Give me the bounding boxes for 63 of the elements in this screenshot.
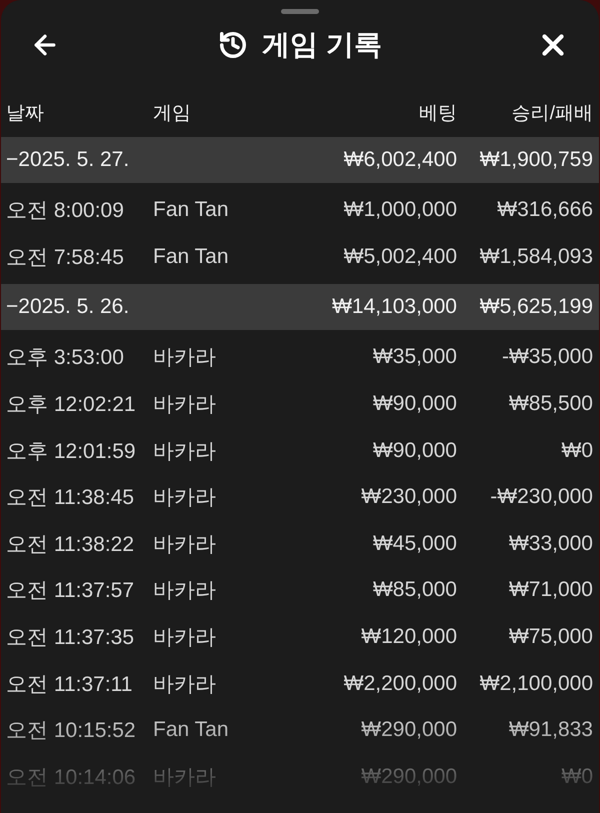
bet-cell: ₩120,000	[361, 625, 457, 650]
group-bet-total: ₩14,103,000	[332, 295, 457, 320]
date-group-row[interactable]: −2025. 5. 27. ₩6,002,400 ₩1,900,759	[1, 137, 599, 183]
column-header: 게임	[153, 102, 191, 126]
column-header: 날짜	[6, 102, 44, 126]
bet-cell: ₩1,000,000	[344, 198, 457, 222]
game-cell: Fan Tan	[153, 198, 228, 222]
column-header: 베팅	[419, 102, 457, 126]
result-cell: ₩1,584,093	[480, 244, 593, 269]
result-cell: ₩85,500	[508, 392, 593, 416]
group-date: −2025. 5. 26.	[6, 295, 130, 320]
result-cell: -₩35,000	[502, 345, 593, 370]
time-cell-text: 오전 11:37:35	[6, 625, 134, 652]
bet-cell: ₩290,000	[361, 764, 457, 789]
game-cell-text: 바카라	[153, 438, 216, 465]
bet-cell: ₩85,000	[372, 578, 457, 602]
game-cell: Fan Tan	[153, 718, 228, 742]
game-cell-text: 바카라	[153, 392, 216, 418]
result-cell: -₩230,000	[490, 485, 593, 510]
time-cell-text: 오전 7:58:45	[6, 244, 124, 271]
game-cell-text: 바카라	[153, 625, 216, 652]
time-cell-text: 오전 11:37:11	[6, 672, 132, 698]
bet-cell: ₩290,000	[361, 718, 457, 742]
time-cell-text: 오후 12:01:59	[6, 438, 136, 465]
time-cell-text: 오후 3:53:00	[6, 345, 124, 372]
game-cell-text: 바카라	[153, 485, 216, 512]
game-cell: Fan Tan	[153, 244, 228, 269]
result-cell: ₩2,100,000	[480, 672, 593, 696]
time-cell-text: 오전 11:37:57	[6, 578, 134, 604]
time-cell-text: 오전 10:14:06	[6, 764, 136, 791]
drag-handle[interactable]	[281, 9, 319, 14]
group-result-total: ₩1,900,759	[480, 148, 593, 172]
time-cell-text: 오전 11:38:45	[6, 485, 134, 512]
bet-cell: ₩45,000	[372, 532, 457, 556]
bet-cell: ₩90,000	[372, 392, 457, 416]
result-cell: ₩75,000	[508, 625, 593, 650]
bet-cell: ₩90,000	[372, 438, 457, 463]
game-cell-text: 바카라	[153, 672, 216, 698]
game-cell-text: 바카라	[153, 345, 216, 372]
game-cell-text: 바카라	[153, 532, 216, 558]
date-group-row[interactable]: −2025. 5. 26. ₩14,103,000 ₩5,625,199	[1, 284, 599, 330]
result-cell: ₩71,000	[508, 578, 593, 602]
bet-cell: ₩35,000	[372, 345, 457, 370]
history-icon	[218, 30, 248, 60]
column-header: 승리/패배	[512, 102, 593, 126]
group-result-total: ₩5,625,199	[480, 295, 593, 320]
result-cell: ₩0	[562, 438, 593, 463]
result-cell: ₩33,000	[508, 532, 593, 556]
group-bet-total: ₩6,002,400	[344, 148, 457, 172]
sheet-title: 게임 기록	[262, 28, 382, 62]
time-cell-text: 오전 10:15:52	[6, 718, 136, 744]
bet-cell: ₩5,002,400	[344, 244, 457, 269]
time-cell-text: 오전 11:38:22	[6, 532, 134, 558]
result-cell: ₩316,666	[497, 198, 593, 222]
result-cell: ₩91,833	[508, 718, 593, 742]
game-cell-text: 바카라	[153, 578, 216, 604]
bet-cell: ₩2,200,000	[344, 672, 457, 696]
result-cell: ₩0	[562, 764, 593, 789]
time-cell-text: 오후 12:02:21	[6, 392, 136, 418]
group-date: −2025. 5. 27.	[6, 148, 130, 172]
bet-cell: ₩230,000	[361, 485, 457, 510]
game-cell-text: 바카라	[153, 764, 216, 791]
time-cell-text: 오전 8:00:09	[6, 198, 124, 224]
